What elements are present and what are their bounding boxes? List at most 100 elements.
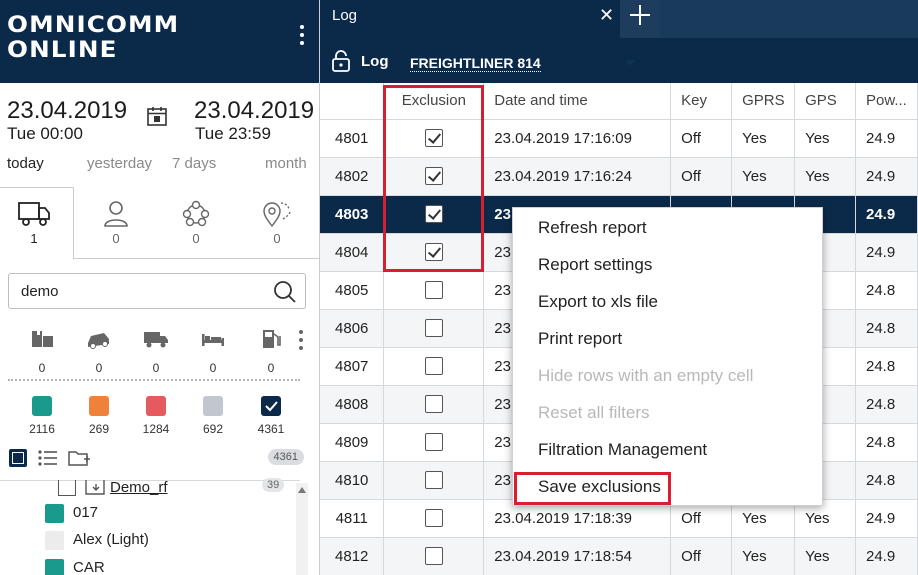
main-menu-icon[interactable] — [292, 25, 312, 51]
cell-exclusion — [383, 423, 485, 462]
column-header-gps[interactable]: GPS — [794, 83, 856, 120]
cell-index: 4804 — [320, 233, 385, 272]
period-yesterday[interactable]: yesterday — [87, 155, 152, 172]
cell-exclusion — [383, 157, 485, 196]
tab-geofences[interactable]: 0 — [247, 199, 307, 246]
object-tabs: 1 0 0 0 — [0, 187, 319, 259]
tab-groups-count: 0 — [192, 231, 200, 246]
status-swatch — [32, 396, 52, 416]
status-filter-4[interactable]: 692 — [193, 396, 233, 436]
status-filter-1[interactable]: 2116 — [22, 396, 62, 436]
category-fuel[interactable]: 0 — [256, 328, 286, 375]
tab-groups[interactable]: 0 — [166, 199, 226, 246]
status-swatch — [89, 396, 109, 416]
status-filter-all[interactable]: 4361 — [251, 396, 291, 436]
tab-log[interactable]: Log ✕ — [320, 0, 620, 38]
menu-item-refresh-report[interactable]: Refresh report — [538, 218, 647, 238]
folder-checkbox[interactable] — [58, 480, 76, 496]
unlock-icon[interactable] — [332, 50, 350, 72]
menu-item-hide-rows-with-an-empty-cell: Hide rows with an empty cell — [538, 366, 754, 385]
list-view-icon[interactable] — [37, 448, 59, 468]
column-header-exclusion[interactable]: Exclusion — [383, 83, 485, 120]
status-filter-3[interactable]: 1284 — [136, 396, 176, 436]
folder-icon — [85, 480, 105, 495]
category-menu-icon[interactable] — [296, 330, 306, 352]
category-fuel-count: 0 — [267, 361, 275, 375]
exclusion-checkbox[interactable] — [424, 129, 443, 148]
exclusion-checkbox[interactable] — [424, 205, 443, 224]
cell-gps: Yes — [794, 119, 856, 158]
cell-key: Off — [670, 119, 733, 158]
cell-index: 4812 — [320, 537, 385, 575]
menu-item-print-report[interactable]: Print report — [538, 329, 622, 349]
cell-index: 4810 — [320, 461, 385, 500]
column-header-index[interactable] — [320, 83, 385, 120]
exclusion-checkbox[interactable] — [424, 357, 443, 376]
exclusion-checkbox[interactable] — [424, 167, 443, 186]
date-from[interactable]: 23.04.2019 — [7, 97, 127, 125]
exclusion-checkbox[interactable] — [424, 395, 443, 414]
exclusion-checkbox[interactable] — [424, 471, 443, 490]
bed-icon — [202, 334, 224, 346]
cell-power: 24.9 — [855, 195, 918, 234]
chevron-down-icon[interactable] — [625, 60, 635, 66]
tab-drivers[interactable]: 0 — [86, 199, 146, 246]
menu-item-report-settings[interactable]: Report settings — [538, 255, 652, 275]
select-all-icon[interactable] — [8, 448, 28, 468]
cell-key: Off — [670, 157, 733, 196]
vehicle-selector[interactable]: FREIGHTLINER 814 — [410, 55, 541, 72]
column-header-date-time[interactable]: Date and time — [483, 83, 672, 120]
tree-total-badge: 4361 — [267, 449, 304, 465]
add-folder-icon[interactable] — [67, 448, 91, 468]
exclusion-checkbox[interactable] — [424, 433, 443, 452]
time-to[interactable]: Tue 23:59 — [195, 124, 271, 144]
category-rest[interactable]: 0 — [198, 328, 228, 375]
menu-item-filtration-management[interactable]: Filtration Management — [538, 440, 707, 460]
tab-vehicles[interactable]: 1 — [4, 199, 64, 246]
column-header-power[interactable]: Pow... — [855, 83, 918, 120]
cell-date-time: 23.04.2019 17:18:54 — [483, 537, 672, 575]
cell-exclusion — [383, 195, 485, 234]
exclusion-checkbox[interactable] — [424, 281, 443, 300]
cell-exclusion — [383, 271, 485, 310]
add-tab-button[interactable] — [620, 0, 660, 38]
status-swatch — [203, 396, 223, 416]
period-month[interactable]: month — [265, 155, 307, 172]
search-icon[interactable] — [273, 280, 297, 304]
cell-power: 24.9 — [855, 157, 918, 196]
status-filter-2[interactable]: 269 — [79, 396, 119, 436]
menu-item-export-to-xls-file[interactable]: Export to xls file — [538, 292, 658, 312]
status-count: 269 — [88, 422, 110, 436]
category-accident[interactable]: 0 — [84, 328, 114, 375]
time-from[interactable]: Tue 00:00 — [7, 124, 83, 144]
calendar-icon[interactable] — [146, 105, 168, 127]
exclusion-checkbox[interactable] — [424, 243, 443, 262]
tree-scrollbar[interactable] — [296, 483, 308, 575]
period-today[interactable]: today — [7, 155, 44, 172]
menu-item-save-exclusions[interactable]: Save exclusions — [538, 477, 661, 497]
period-7-days[interactable]: 7 days — [172, 155, 216, 172]
table-row[interactable]: 4801 23.04.2019 17:16:09 Off Yes Yes 24.9 — [320, 119, 918, 158]
exclusion-checkbox[interactable] — [424, 319, 443, 338]
cell-power: 24.8 — [855, 461, 918, 500]
table-row[interactable]: 4802 23.04.2019 17:16:24 Off Yes Yes 24.9 — [320, 157, 918, 196]
left-panel: OMNICOMM ONLINE 23.04.2019 Tue 00:00 23.… — [0, 0, 320, 575]
category-repair[interactable]: 0 — [27, 328, 57, 375]
folder-label[interactable]: Demo_rf — [110, 479, 168, 496]
plus-icon — [630, 5, 650, 25]
category-trucks[interactable]: 0 — [141, 328, 171, 375]
cell-exclusion — [383, 233, 485, 272]
exclusion-checkbox[interactable] — [424, 547, 443, 566]
column-header-key[interactable]: Key — [670, 83, 733, 120]
tab-title: Log — [332, 7, 358, 24]
table-row[interactable]: 4812 23.04.2019 17:18:54 Off Yes Yes 24.9 — [320, 537, 918, 575]
context-menu: Refresh report Report settings Export to x… — [512, 207, 823, 506]
close-icon[interactable]: ✕ — [599, 5, 614, 26]
tree-item-label: Alex (Light) — [73, 531, 149, 548]
date-to[interactable]: 23.04.2019 — [194, 97, 314, 125]
search-input[interactable]: demo — [21, 283, 59, 300]
search-field[interactable]: demo — [8, 273, 306, 309]
scroll-up-icon[interactable] — [298, 487, 306, 493]
exclusion-checkbox[interactable] — [424, 509, 443, 528]
column-header-gprs[interactable]: GPRS — [731, 83, 796, 120]
